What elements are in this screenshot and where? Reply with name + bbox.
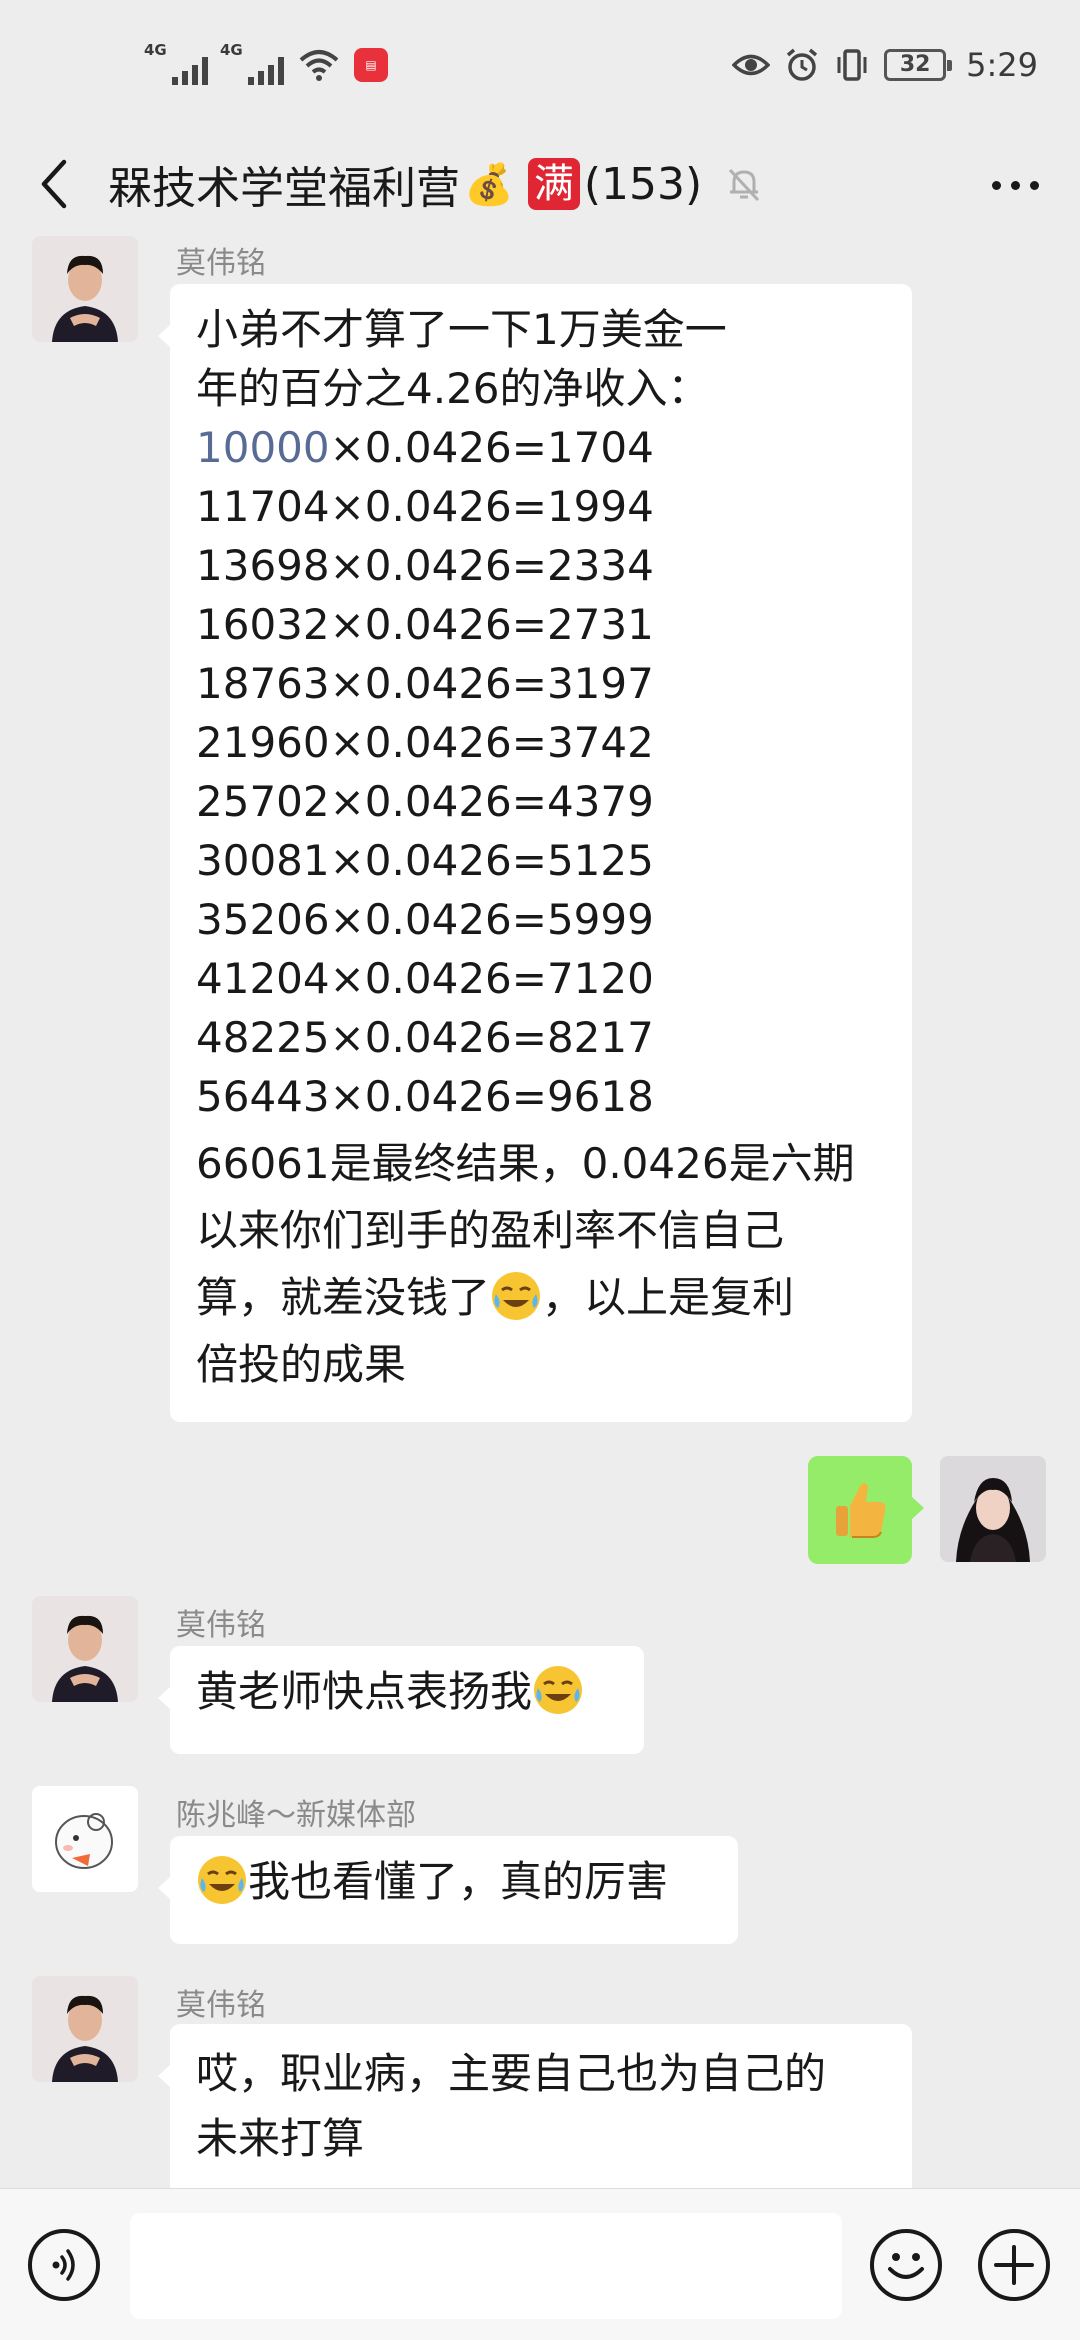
back-arrow-icon bbox=[41, 159, 67, 209]
member-count: (153) bbox=[583, 158, 703, 210]
message-line: 黄老师快点表扬我 bbox=[196, 1662, 618, 1721]
message-line: 18763×0.0426=3197 bbox=[196, 659, 654, 708]
sender-name: 陈兆峰～新媒体部 bbox=[176, 1798, 416, 1833]
more-dots-icon bbox=[991, 180, 1001, 190]
message-line: 56443×0.0426=9618 bbox=[196, 1072, 654, 1121]
message-bubble[interactable]: 哎，职业病，主要自己也为自己的 未来打算 bbox=[158, 2024, 912, 2198]
message-bubble[interactable]: 黄老师快点表扬我 bbox=[158, 1646, 644, 1754]
emoji-button[interactable] bbox=[870, 2229, 942, 2301]
message-line: 41204×0.0426=7120 bbox=[196, 954, 654, 1003]
message-line: 小弟不才算了一下1万美金一 bbox=[196, 305, 727, 354]
sender-name: 莫伟铭 bbox=[176, 1988, 266, 2023]
eye-icon bbox=[732, 54, 771, 76]
crying-laugh-emoji bbox=[198, 1856, 246, 1904]
avatar-mo-weiming[interactable] bbox=[32, 1596, 138, 1702]
more-functions-button[interactable] bbox=[978, 2229, 1050, 2301]
crying-laugh-emoji bbox=[534, 1666, 583, 1714]
group-name: 槑技术学堂福利营 bbox=[108, 163, 460, 214]
message-line: 16032×0.0426=2731 bbox=[196, 600, 654, 649]
number-link[interactable]: 10000 bbox=[196, 423, 330, 472]
message-line: 倍投的成果 bbox=[196, 1340, 407, 1389]
crying-laugh-emoji bbox=[492, 1272, 541, 1320]
status-right: 32 5:29 bbox=[732, 46, 1038, 84]
status-time: 5:29 bbox=[966, 46, 1038, 84]
voice-icon bbox=[52, 2249, 75, 2281]
thumbs-up-icon bbox=[836, 1483, 886, 1538]
sender-name: 莫伟铭 bbox=[176, 246, 266, 281]
emoji-icon bbox=[888, 2253, 924, 2279]
message-line: 21960×0.0426=3742 bbox=[196, 718, 654, 767]
plus-icon bbox=[994, 2245, 1034, 2285]
message-line: 25702×0.0426=4379 bbox=[196, 777, 654, 826]
message-line: 我也看懂了，真的厉害 bbox=[196, 1852, 712, 1911]
message-line: 30081×0.0426=5125 bbox=[196, 836, 654, 885]
mute-bell-icon bbox=[729, 168, 760, 202]
input-bar bbox=[0, 2188, 1080, 2340]
avatar-mo-weiming[interactable] bbox=[32, 1976, 138, 2082]
message-line: 以来你们到手的盈利率不信自己 bbox=[196, 1206, 785, 1255]
message-line: 哎，职业病，主要自己也为自己的 bbox=[196, 2049, 827, 2098]
message-line: 35206×0.0426=5999 bbox=[196, 895, 654, 944]
chat-header: 槑技术学堂福利营 💰 满 (153) bbox=[0, 130, 1080, 238]
shopping-app-icon: ▤ bbox=[354, 48, 388, 82]
status-left: 4G 4G ▤ bbox=[144, 41, 388, 85]
more-options-button[interactable] bbox=[980, 160, 1050, 210]
message-input[interactable] bbox=[130, 2213, 842, 2319]
avatar-self[interactable] bbox=[940, 1456, 1046, 1562]
vibrate-icon bbox=[837, 49, 867, 81]
message-line: 11704×0.0426=1994 bbox=[196, 482, 654, 531]
message-bubble[interactable]: 我也看懂了，真的厉害 bbox=[158, 1836, 738, 1944]
voice-button[interactable] bbox=[28, 2229, 100, 2301]
chat-title[interactable]: 槑技术学堂福利营 💰 满 (153) bbox=[108, 152, 764, 216]
avatar-chen-zhaofeng[interactable] bbox=[32, 1786, 138, 1892]
message-line: 48225×0.0426=8217 bbox=[196, 1013, 654, 1062]
full-badge: 满 bbox=[527, 158, 580, 210]
message-line: 66061是最终结果，0.0426是六期 bbox=[196, 1139, 855, 1188]
back-button[interactable] bbox=[0, 130, 108, 238]
wifi-icon bbox=[299, 50, 339, 81]
message-line: 13698×0.0426=2334 bbox=[196, 541, 654, 590]
message-line: 未来打算 bbox=[196, 2114, 365, 2163]
signal-icon-1: 4G bbox=[144, 41, 208, 85]
alarm-icon bbox=[787, 48, 818, 81]
battery-icon: 32 bbox=[884, 49, 953, 81]
avatar-mo-weiming[interactable] bbox=[32, 236, 138, 342]
self-message-bubble[interactable] bbox=[808, 1456, 924, 1564]
signal-icon-2: 4G bbox=[220, 41, 284, 85]
money-bag-emoji: 💰 bbox=[464, 161, 514, 208]
message-line: 10000×0.0426=1704 bbox=[196, 423, 654, 472]
status-bar: 4G 4G ▤ 32 5:29 bbox=[0, 0, 1080, 130]
message-line: 算，就差没钱了 ，以上是复利 bbox=[196, 1268, 886, 1327]
sender-name: 莫伟铭 bbox=[176, 1608, 266, 1643]
message-bubble[interactable]: 小弟不才算了一下1万美金一 年的百分之4.26的净收入： 10000×0.042… bbox=[158, 284, 912, 1422]
message-line: 年的百分之4.26的净收入： bbox=[196, 364, 710, 413]
